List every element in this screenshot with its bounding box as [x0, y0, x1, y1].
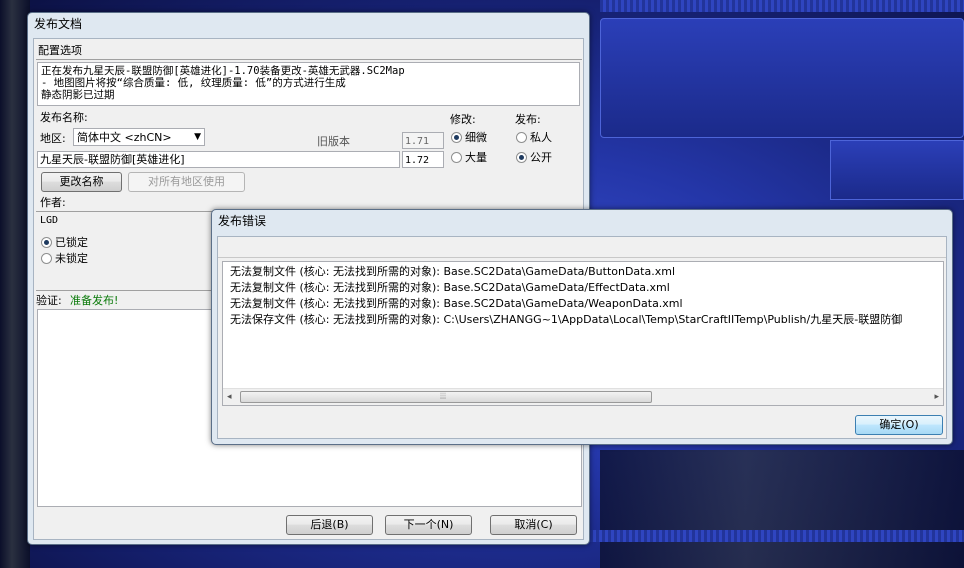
background-panel	[830, 140, 964, 200]
modify-minor-radio[interactable]	[451, 132, 462, 143]
publish-name-label: 发布名称:	[40, 111, 88, 124]
region-label: 地区:	[40, 132, 66, 145]
error-top-separator	[218, 257, 946, 258]
locked-radio[interactable]	[41, 237, 52, 248]
validation-label: 验证:	[36, 294, 62, 307]
error-line: 无法复制文件 (核心: 无法找到所需的对象): Base.SC2Data\Gam…	[230, 281, 670, 294]
modify-minor-label[interactable]: 细微	[465, 131, 487, 144]
use-all-regions-button[interactable]: 对所有地区使用	[128, 172, 245, 192]
background-art-bottom-strip	[590, 530, 964, 542]
modify-major-radio[interactable]	[451, 152, 462, 163]
old-version-label: 旧版本	[317, 135, 350, 148]
new-version-value: 1.72	[405, 155, 430, 166]
unlocked-radio[interactable]	[41, 253, 52, 264]
grip-icon: ⦙⦙⦙	[440, 392, 447, 402]
background-panel	[600, 18, 964, 138]
author-value: LGD	[40, 215, 59, 226]
scrollbar-thumb[interactable]: ⦙⦙⦙	[240, 391, 652, 403]
validation-status: 准备发布!	[70, 294, 119, 307]
cancel-button[interactable]: 取消(C)	[490, 515, 577, 535]
error-dialog-title: 发布错误	[218, 214, 267, 228]
scroll-right-icon[interactable]: ▸	[934, 391, 939, 404]
background-art-bottom	[600, 450, 964, 568]
region-select-value: 简体中文 <zhCN>	[77, 131, 172, 144]
rename-button[interactable]: 更改名称	[41, 172, 122, 192]
author-label: 作者:	[40, 196, 66, 209]
map-name-value: 九星天辰-联盟防御[英雄进化]	[40, 153, 185, 166]
chevron-down-icon: ▼	[194, 132, 201, 142]
modify-label: 修改:	[450, 113, 476, 126]
error-dialog-body: 无法复制文件 (核心: 无法找到所需的对象): Base.SC2Data\Gam…	[217, 236, 947, 439]
publish-label: 发布:	[515, 113, 541, 126]
scroll-left-icon[interactable]: ◂	[227, 391, 232, 404]
old-version-value: 1.71	[405, 136, 430, 147]
author-separator	[36, 211, 216, 212]
error-line: 无法复制文件 (核心: 无法找到所需的对象): Base.SC2Data\Gam…	[230, 265, 676, 278]
info-line: 静态阴影已过期	[41, 89, 115, 101]
publish-dialog-title: 发布文档	[34, 17, 83, 31]
info-box: 正在发布九星天辰-联盟防御[英雄进化]-1.70装备更改-英雄无武器.SC2Ma…	[37, 62, 580, 106]
config-section-label: 配置选项	[38, 44, 82, 57]
error-line: 无法复制文件 (核心: 无法找到所需的对象): Base.SC2Data\Gam…	[230, 297, 683, 310]
ok-button[interactable]: 确定(O)	[855, 415, 943, 435]
publish-private-radio[interactable]	[516, 132, 527, 143]
unlocked-label[interactable]: 未锁定	[55, 252, 88, 265]
publish-private-label[interactable]: 私人	[530, 131, 552, 144]
publish-public-radio[interactable]	[516, 152, 527, 163]
publish-public-label[interactable]: 公开	[530, 151, 552, 164]
next-button[interactable]: 下一个(N)	[385, 515, 472, 535]
error-list[interactable]: 无法复制文件 (核心: 无法找到所需的对象): Base.SC2Data\Gam…	[222, 261, 944, 406]
config-separator	[36, 59, 582, 60]
error-line: 无法保存文件 (核心: 无法找到所需的对象): C:\Users\ZHANGG~…	[230, 313, 903, 326]
region-select[interactable]: 简体中文 <zhCN> ▼	[73, 128, 205, 146]
new-version-field[interactable]: 1.72	[402, 151, 444, 168]
horizontal-scrollbar[interactable]: ◂ ⦙⦙⦙ ▸	[223, 388, 943, 405]
locked-label[interactable]: 已锁定	[55, 236, 88, 249]
old-version-field: 1.71	[402, 132, 444, 149]
back-button[interactable]: 后退(B)	[286, 515, 373, 535]
background-art-left	[0, 0, 30, 568]
background-art-top	[600, 0, 964, 12]
error-dialog: 发布错误 无法复制文件 (核心: 无法找到所需的对象): Base.SC2Dat…	[211, 209, 953, 445]
modify-major-label[interactable]: 大量	[465, 151, 487, 164]
map-name-field[interactable]: 九星天辰-联盟防御[英雄进化]	[37, 151, 400, 168]
